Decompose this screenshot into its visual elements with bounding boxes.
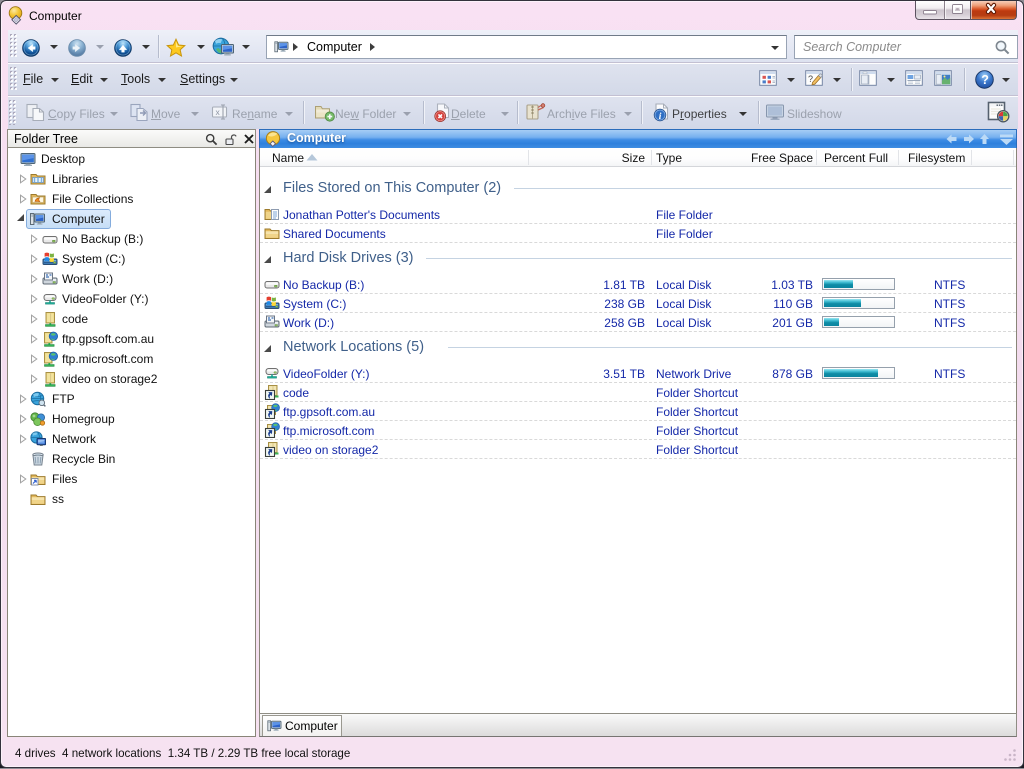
svg-text:?: ? xyxy=(981,73,989,87)
svg-text:i: i xyxy=(659,112,662,122)
